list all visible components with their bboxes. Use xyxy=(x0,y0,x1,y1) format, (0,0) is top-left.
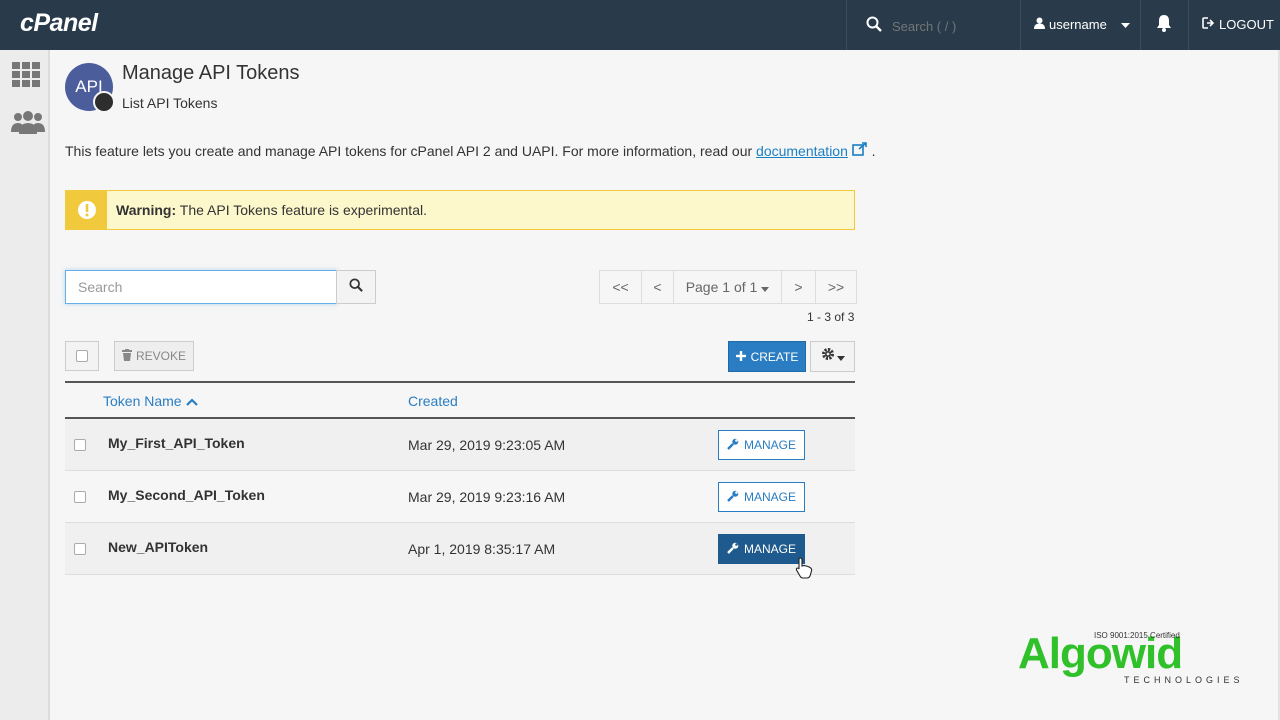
prev-page-button[interactable]: < xyxy=(642,271,674,303)
page-title: Manage API Tokens xyxy=(122,62,300,84)
intro-end: . xyxy=(871,143,876,159)
warning-label: Warning: xyxy=(116,202,177,218)
manage-button[interactable]: MANAGE xyxy=(718,430,805,460)
divider xyxy=(1188,0,1189,50)
trash-icon xyxy=(121,348,132,364)
token-created: Apr 1, 2019 8:35:17 AM xyxy=(408,541,556,557)
watermark-cert: ISO 9001:2015 Certified xyxy=(1094,631,1180,640)
settings-dropdown-button[interactable] xyxy=(810,341,855,372)
row-checkbox[interactable] xyxy=(74,543,86,555)
select-all-checkbox[interactable] xyxy=(65,341,99,371)
token-name: My_Second_API_Token xyxy=(108,487,265,503)
row-checkbox[interactable] xyxy=(74,491,86,503)
table-header: Token Name Created xyxy=(65,381,855,419)
logout-icon xyxy=(1202,17,1215,32)
plus-icon xyxy=(735,350,746,364)
external-link-icon[interactable] xyxy=(851,142,872,159)
revoke-button[interactable]: REVOKE xyxy=(114,341,194,371)
column-token-name[interactable]: Token Name xyxy=(103,393,198,409)
caret-down-icon xyxy=(836,348,845,366)
wrench-icon xyxy=(727,490,739,505)
watermark-tagline: TECHNOLOGIES xyxy=(1124,675,1244,685)
table-row: New_APIToken Apr 1, 2019 8:35:17 AM MANA… xyxy=(65,523,855,575)
first-page-button[interactable]: << xyxy=(600,271,642,303)
search-button[interactable] xyxy=(336,270,376,304)
cpanel-logo[interactable]: cPanel xyxy=(20,9,98,38)
next-page-button[interactable]: > xyxy=(782,271,816,303)
column-label: Token Name xyxy=(103,393,182,409)
logout-label: LOGOUT xyxy=(1219,17,1274,32)
wrench-icon xyxy=(727,542,739,557)
grid-icon[interactable] xyxy=(10,60,42,93)
manage-label: MANAGE xyxy=(743,438,796,452)
manage-label: MANAGE xyxy=(743,542,796,556)
create-label: CREATE xyxy=(750,349,799,364)
manage-label: MANAGE xyxy=(743,490,796,504)
hand-cursor-icon xyxy=(795,557,813,584)
token-name: New_APIToken xyxy=(108,539,209,555)
documentation-link[interactable]: documentation xyxy=(756,143,848,159)
top-search[interactable] xyxy=(866,16,1022,37)
manage-button[interactable]: MANAGE xyxy=(718,482,805,512)
row-checkbox[interactable] xyxy=(74,439,86,451)
divider xyxy=(1140,0,1141,50)
user-icon xyxy=(1034,17,1045,32)
users-icon[interactable] xyxy=(10,110,46,141)
page-select[interactable]: Page 1 of 1 xyxy=(674,271,782,303)
pagination: << < Page 1 of 1 > >> xyxy=(599,270,857,304)
algowid-watermark: Algowid ISO 9001:2015 Certified TECHNOLO… xyxy=(1018,628,1258,688)
username-label: username xyxy=(1049,17,1107,32)
top-bar: cPanel username LOGOUT xyxy=(0,0,1280,50)
api-tokens-icon: API xyxy=(65,63,115,113)
gear-icon xyxy=(821,347,835,366)
manage-button[interactable]: MANAGE xyxy=(718,534,805,564)
user-menu[interactable]: username xyxy=(1034,17,1130,32)
page-label: Page 1 of 1 xyxy=(685,279,758,295)
caret-down-icon xyxy=(761,279,770,295)
caret-down-icon xyxy=(1120,17,1130,32)
logout-button[interactable]: LOGOUT xyxy=(1202,17,1274,32)
results-range: 1 - 3 of 3 xyxy=(807,310,855,324)
page-subtitle: List API Tokens xyxy=(122,95,218,111)
sort-up-icon xyxy=(185,393,198,409)
search-input[interactable] xyxy=(65,270,337,304)
column-label: Created xyxy=(408,393,458,409)
divider xyxy=(846,0,847,50)
key-badge-icon xyxy=(93,91,115,113)
last-page-button[interactable]: >> xyxy=(816,271,856,303)
sidebar xyxy=(0,50,50,720)
warning-text: Warning: The API Tokens feature is exper… xyxy=(116,202,427,218)
bell-icon[interactable] xyxy=(1156,14,1172,37)
revoke-label: REVOKE xyxy=(135,349,186,363)
wrench-icon xyxy=(727,438,739,453)
divider xyxy=(1020,0,1021,50)
warning-icon xyxy=(66,191,107,229)
column-created[interactable]: Created xyxy=(408,393,458,409)
search-icon xyxy=(349,277,363,297)
top-search-input[interactable] xyxy=(892,19,1022,34)
intro-body: This feature lets you create and manage … xyxy=(65,143,757,159)
create-button[interactable]: CREATE xyxy=(728,341,806,372)
token-created: Mar 29, 2019 9:23:05 AM xyxy=(408,437,566,453)
intro-text: This feature lets you create and manage … xyxy=(65,142,876,159)
table-row: My_Second_API_Token Mar 29, 2019 9:23:16… xyxy=(65,471,855,523)
table-row: My_First_API_Token Mar 29, 2019 9:23:05 … xyxy=(65,419,855,471)
token-created: Mar 29, 2019 9:23:16 AM xyxy=(408,489,566,505)
search-icon xyxy=(866,16,882,37)
warning-message: The API Tokens feature is experimental. xyxy=(176,202,427,218)
checkbox[interactable] xyxy=(76,350,88,362)
token-name: My_First_API_Token xyxy=(108,435,245,451)
warning-alert: Warning: The API Tokens feature is exper… xyxy=(65,190,855,230)
